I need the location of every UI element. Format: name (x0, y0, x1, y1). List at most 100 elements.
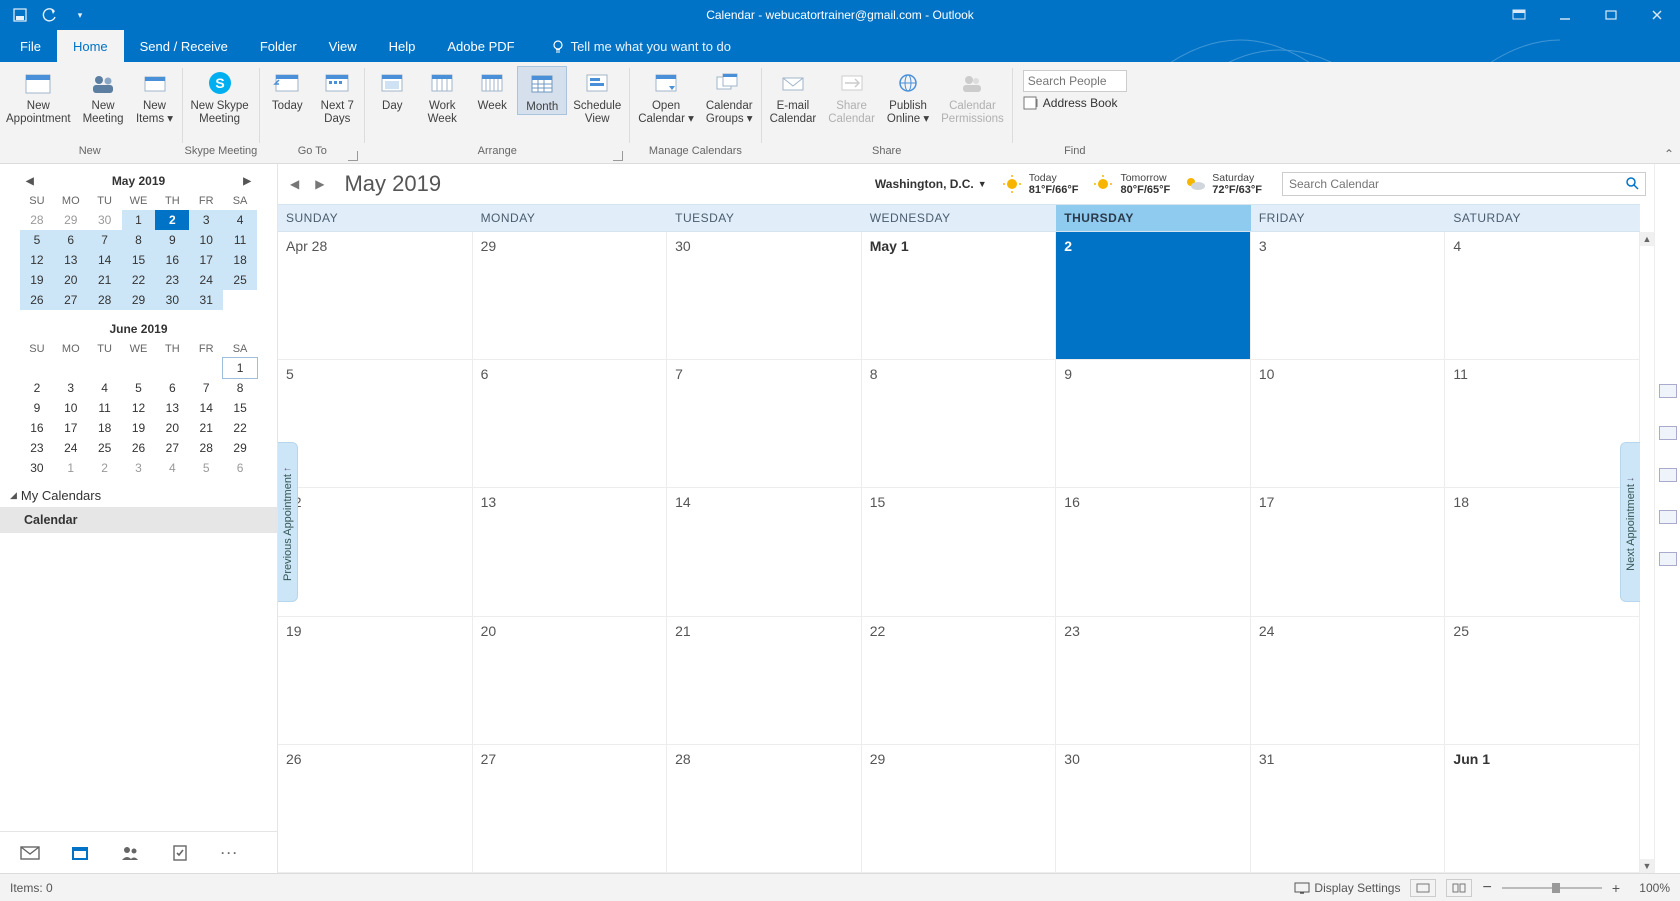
collapse-ribbon-icon[interactable]: ⌃ (1664, 147, 1674, 161)
search-calendar-input[interactable] (1289, 177, 1625, 191)
tab-folder[interactable]: Folder (244, 30, 313, 62)
weather-location[interactable]: Washington, D.C. ▼ (875, 177, 987, 191)
mini-day-cell[interactable]: 1 (54, 458, 88, 478)
mini-day-cell[interactable]: 6 (54, 230, 88, 250)
normal-view-icon[interactable] (1410, 879, 1436, 897)
zoom-level[interactable]: 100% (1630, 881, 1670, 895)
calendar-cell[interactable]: 31 (1251, 745, 1446, 873)
mini-day-cell[interactable]: 6 (223, 458, 257, 478)
mini-day-cell[interactable]: 29 (223, 438, 257, 458)
mini-day-cell[interactable]: 9 (20, 398, 54, 418)
mini-day-cell[interactable]: 10 (54, 398, 88, 418)
mini-day-cell[interactable]: 28 (189, 438, 223, 458)
calendar-cell[interactable]: 2 (1056, 232, 1251, 360)
calendar-cell[interactable]: 8 (862, 360, 1057, 488)
mini-day-cell[interactable]: 28 (20, 210, 54, 230)
schedule-view-button[interactable]: Schedule View (567, 66, 627, 126)
next-appointment-button[interactable]: →Next Appointment (1620, 442, 1640, 602)
scroll-down-icon[interactable]: ▼ (1640, 859, 1654, 873)
weather-saturday[interactable]: Saturday72°F/63°F (1182, 172, 1262, 196)
zoom-slider[interactable] (1502, 887, 1602, 889)
next-period-icon[interactable]: ▶ (311, 175, 328, 193)
calendar-cell[interactable]: 28 (667, 745, 862, 873)
mini-day-cell[interactable]: 15 (223, 398, 257, 418)
mini-day-cell[interactable]: 17 (189, 250, 223, 270)
dialog-launcher-icon[interactable] (348, 151, 358, 161)
publish-online-button[interactable]: Publish Online ▾ (881, 66, 935, 126)
calendar-cell[interactable]: 7 (667, 360, 862, 488)
mini-day-cell[interactable]: 19 (122, 418, 156, 438)
mini-day-cell[interactable]: 11 (223, 230, 257, 250)
tab-home[interactable]: Home (57, 30, 124, 62)
mini-day-cell[interactable]: 4 (155, 458, 189, 478)
calendar-item[interactable]: Calendar (0, 507, 277, 533)
calendar-cell[interactable]: 3 (1251, 232, 1446, 360)
mini-day-cell[interactable]: 5 (189, 458, 223, 478)
mini-day-cell[interactable]: 23 (155, 270, 189, 290)
mini-day-cell[interactable]: 29 (122, 290, 156, 310)
calendar-cell[interactable]: 26 (278, 745, 473, 873)
calendar-cell[interactable]: 13 (473, 488, 668, 616)
mini-day-cell[interactable]: 15 (122, 250, 156, 270)
mini-day-cell[interactable]: 31 (189, 290, 223, 310)
ribbon-display-options-icon[interactable] (1496, 0, 1542, 30)
mini-day-cell[interactable]: 14 (88, 250, 122, 270)
mini-day-cell[interactable]: 2 (20, 378, 54, 398)
mini-day-cell[interactable]: 2 (155, 210, 189, 230)
my-calendars-toggle[interactable]: ◢My Calendars (0, 480, 277, 507)
scroll-up-icon[interactable]: ▲ (1640, 232, 1654, 246)
mini-day-cell[interactable]: 21 (88, 270, 122, 290)
today-button[interactable]: Today (262, 66, 312, 113)
calendar-cell[interactable]: 30 (667, 232, 862, 360)
day-view-button[interactable]: Day (367, 66, 417, 113)
tab-help[interactable]: Help (373, 30, 432, 62)
mini-day-cell[interactable]: 25 (223, 270, 257, 290)
mini-day-cell[interactable]: 22 (122, 270, 156, 290)
next-month-icon[interactable]: ▶ (237, 174, 257, 189)
close-icon[interactable] (1634, 0, 1680, 30)
mini-day-cell[interactable]: 9 (155, 230, 189, 250)
calendar-nav-icon[interactable] (70, 844, 90, 862)
more-nav-icon[interactable]: ··· (220, 844, 240, 862)
mini-day-cell[interactable]: 16 (20, 418, 54, 438)
calendar-cell[interactable]: 27 (473, 745, 668, 873)
address-book-button[interactable]: Address Book (1023, 96, 1127, 110)
calendar-cell[interactable]: 29 (473, 232, 668, 360)
mini-day-cell[interactable]: 5 (122, 378, 156, 398)
mini-day-cell[interactable]: 20 (155, 418, 189, 438)
mini-day-cell[interactable]: 5 (20, 230, 54, 250)
mini-day-cell[interactable]: 19 (20, 270, 54, 290)
peek-icon[interactable] (1659, 426, 1677, 440)
calendar-cell[interactable]: May 1 (862, 232, 1057, 360)
calendar-cell[interactable]: Jun 1 (1445, 745, 1640, 873)
calendar-cell[interactable]: 29 (862, 745, 1057, 873)
mini-day-cell[interactable]: 30 (155, 290, 189, 310)
mini-day-cell[interactable]: 2 (88, 458, 122, 478)
tasks-nav-icon[interactable] (170, 844, 190, 862)
mini-day-cell[interactable]: 3 (122, 458, 156, 478)
calendar-cell[interactable]: 11 (1445, 360, 1640, 488)
peek-icon[interactable] (1659, 552, 1677, 566)
peek-icon[interactable] (1659, 468, 1677, 482)
calendar-cell[interactable]: Apr 28 (278, 232, 473, 360)
mini-day-cell[interactable]: 12 (20, 250, 54, 270)
mini-day-cell[interactable]: 18 (223, 250, 257, 270)
display-settings-button[interactable]: Display Settings (1294, 881, 1400, 895)
calendar-cell[interactable]: 4 (1445, 232, 1640, 360)
mini-day-cell[interactable]: 24 (54, 438, 88, 458)
new-items-button[interactable]: New Items ▾ (130, 66, 180, 126)
mini-day-cell[interactable]: 4 (88, 378, 122, 398)
peek-icon[interactable] (1659, 510, 1677, 524)
email-calendar-button[interactable]: E-mail Calendar (764, 66, 823, 126)
calendar-cell[interactable]: 5 (278, 360, 473, 488)
month-view-button[interactable]: Month (517, 66, 567, 115)
mini-day-cell[interactable]: 28 (88, 290, 122, 310)
new-meeting-button[interactable]: New Meeting (77, 66, 130, 126)
open-calendar-button[interactable]: Open Calendar ▾ (632, 66, 700, 126)
calendar-groups-button[interactable]: Calendar Groups ▾ (700, 66, 759, 126)
calendar-cell[interactable]: 22 (862, 617, 1057, 745)
minimize-icon[interactable] (1542, 0, 1588, 30)
search-people-input[interactable] (1023, 70, 1127, 92)
tab-file[interactable]: File (4, 30, 57, 62)
mini-day-cell[interactable]: 17 (54, 418, 88, 438)
